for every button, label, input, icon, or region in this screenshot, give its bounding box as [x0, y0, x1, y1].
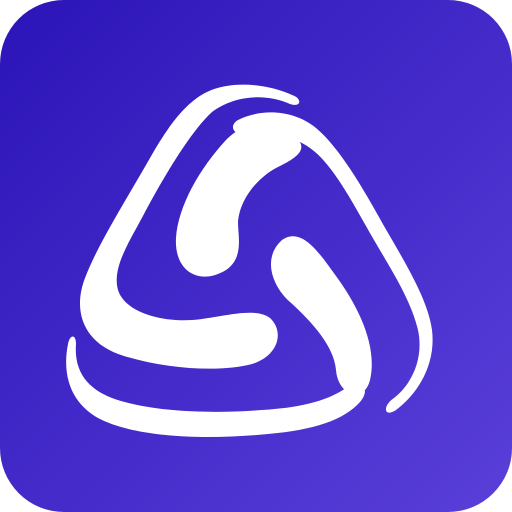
app-icon[interactable]: [0, 0, 512, 512]
icon-stage: [0, 0, 512, 512]
icon-background: [0, 0, 512, 512]
